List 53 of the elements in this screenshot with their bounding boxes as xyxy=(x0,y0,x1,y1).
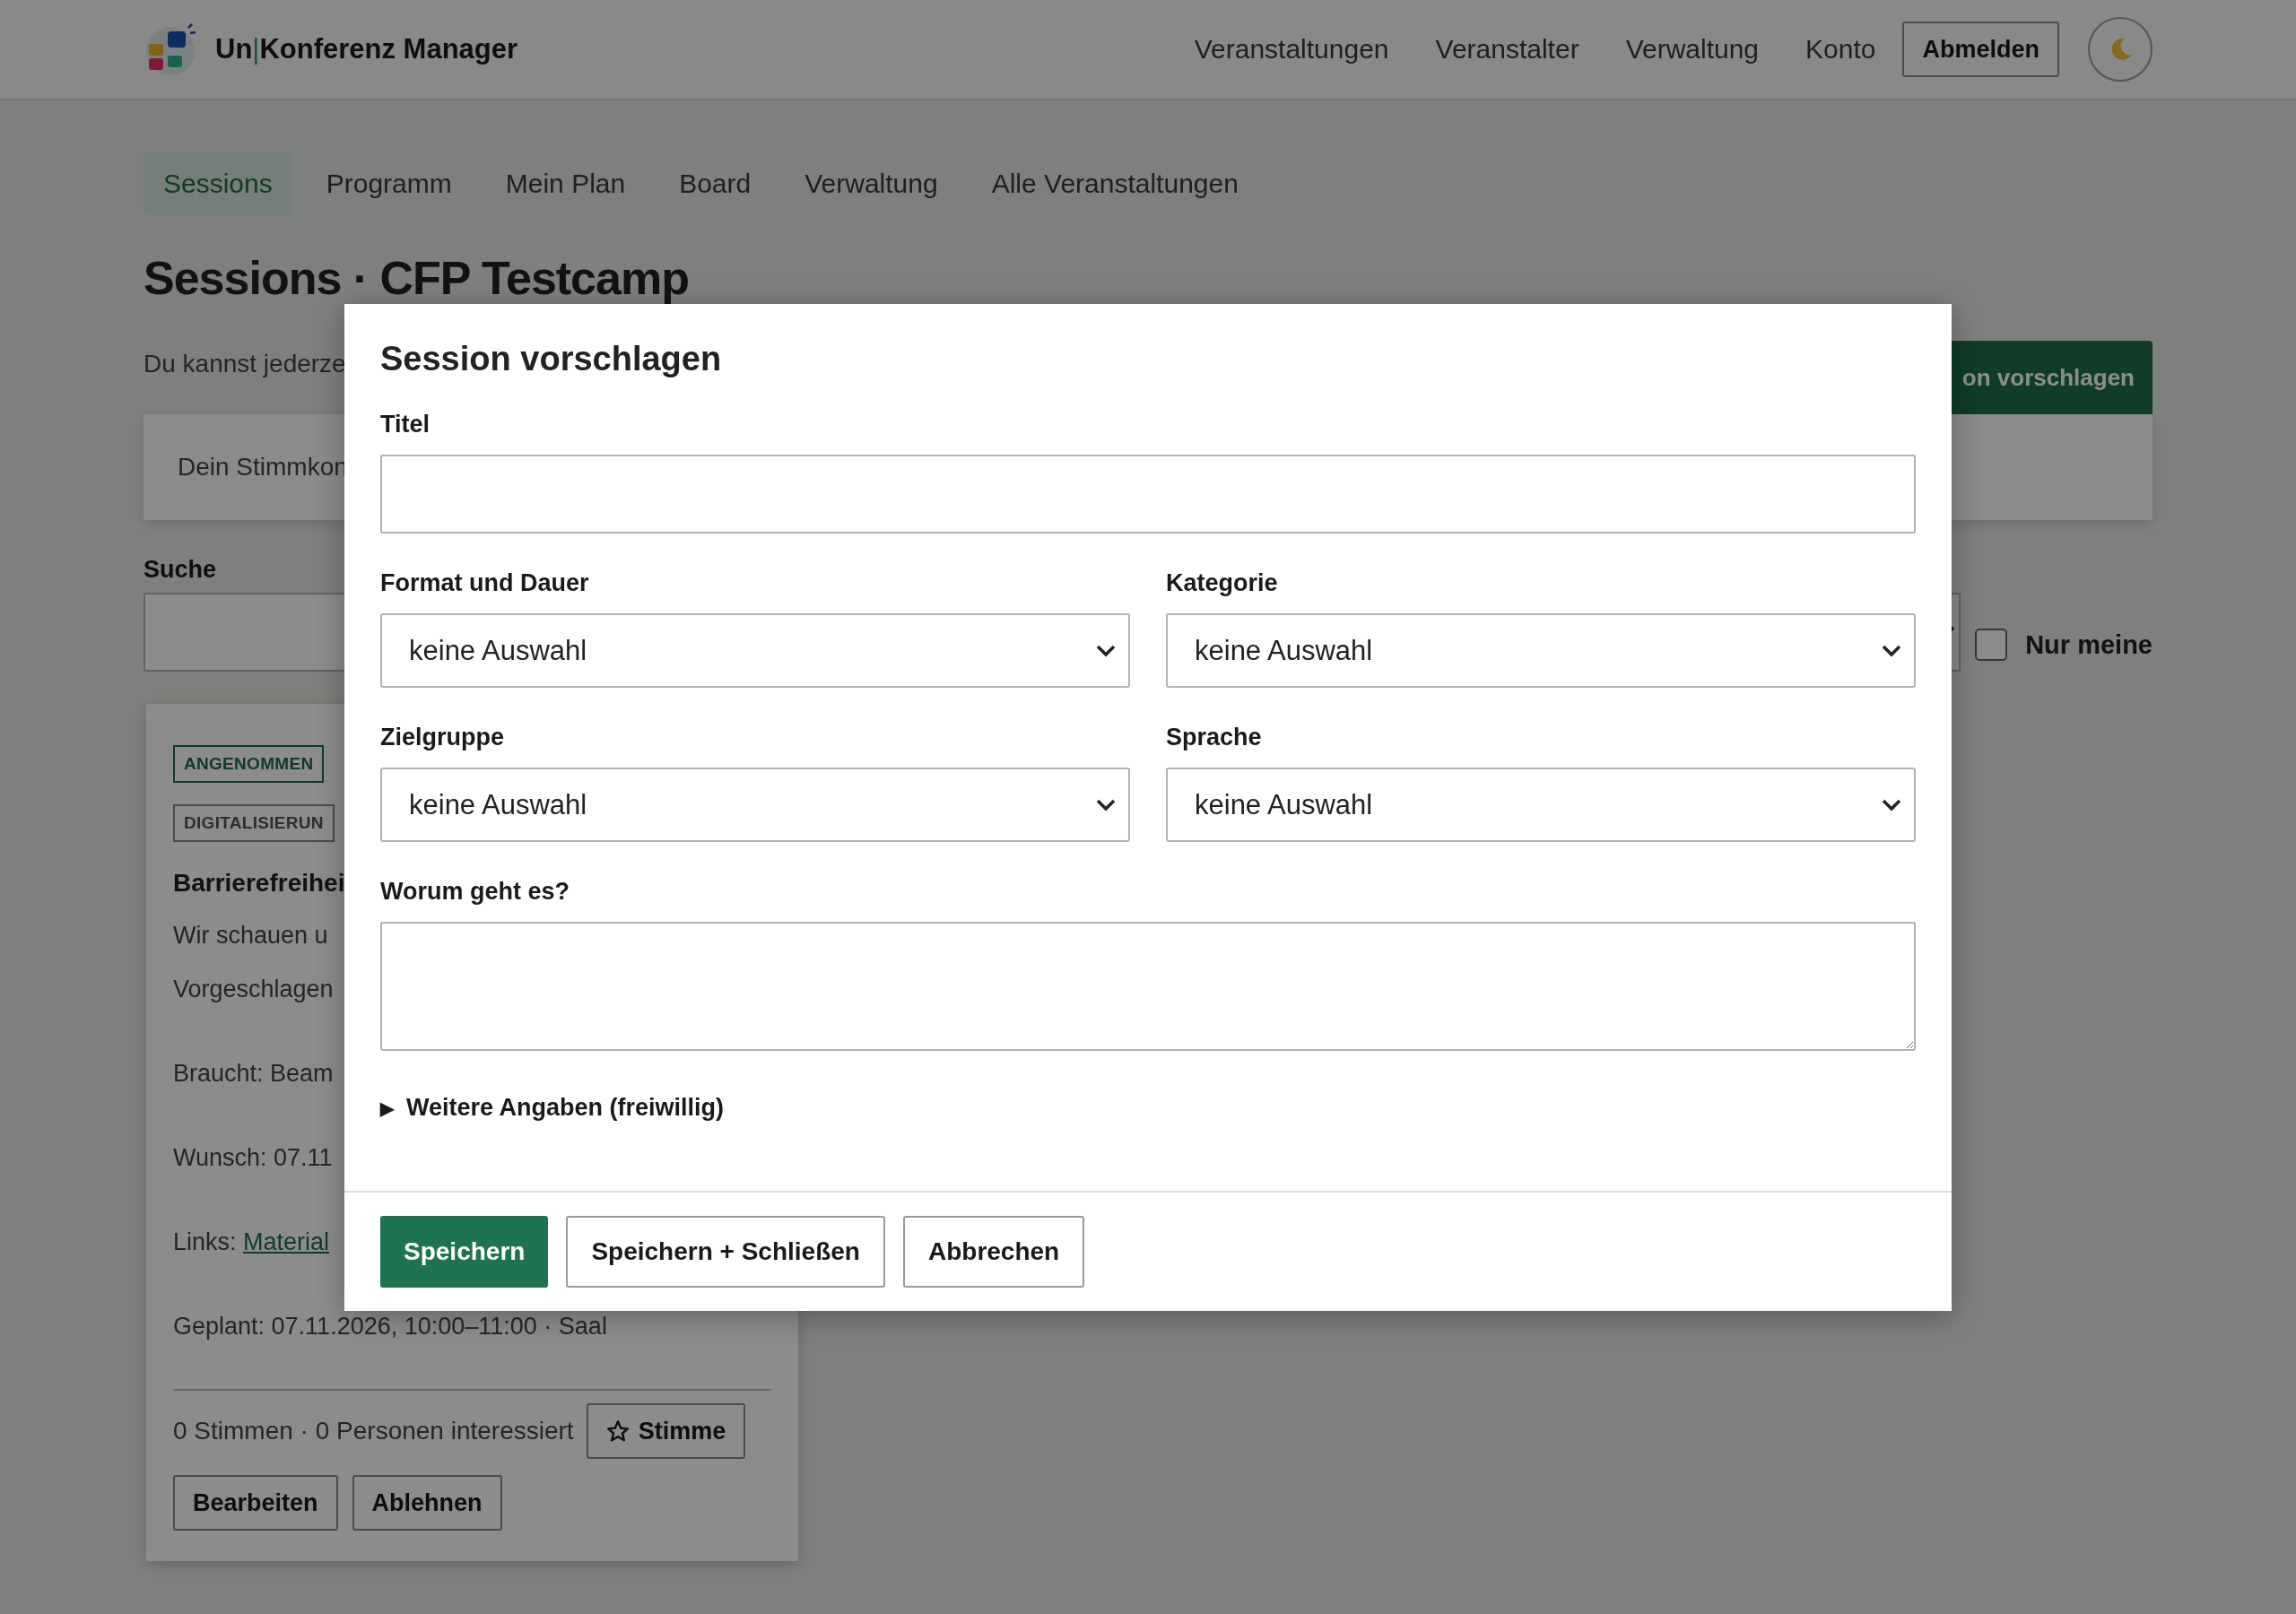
chevron-down-icon xyxy=(1882,644,1901,657)
chevron-down-icon xyxy=(1096,798,1116,811)
card-action-button[interactable]: Bearbeiten xyxy=(173,1475,338,1531)
chevron-down-icon xyxy=(1096,644,1116,657)
title-input[interactable] xyxy=(380,455,1916,534)
app-title: Un|Konferenz Manager xyxy=(215,33,519,65)
checkbox-label: Nur meine xyxy=(2025,629,2152,660)
logo-icon xyxy=(144,22,197,76)
session-detail: Geplant: 07.11.2026, 10:00–11:00 · Saal xyxy=(173,1312,608,1341)
nav-link[interactable]: Veranstalter xyxy=(1435,34,1579,65)
field-label: Zielgruppe xyxy=(380,724,504,751)
nav-link[interactable]: Veranstaltungen xyxy=(1194,34,1389,65)
nav-tab[interactable]: Sessions xyxy=(144,152,292,215)
select-field[interactable]: keine Auswahl xyxy=(1166,613,1916,688)
nav-tab[interactable]: Verwaltung xyxy=(785,152,958,215)
intro-text: Du kannst jederze xyxy=(144,350,346,378)
only-mine-checkbox[interactable] xyxy=(1975,629,2008,661)
field-label: Sprache xyxy=(1166,724,1262,751)
select-field[interactable]: keine Auswahl xyxy=(380,613,1130,688)
dialog-button[interactable]: Abbrechen xyxy=(902,1216,1085,1288)
nav-link[interactable]: Verwaltung xyxy=(1625,34,1760,65)
search-label: Suche xyxy=(144,556,217,584)
chevron-down-icon xyxy=(1882,798,1901,811)
select-field[interactable]: keine Auswahl xyxy=(380,768,1130,842)
star-icon xyxy=(605,1419,630,1443)
vote-stats: 0 Stimmen · 0 Personen interessiert xyxy=(173,1417,574,1445)
nav-tab[interactable]: Board xyxy=(659,152,771,215)
session-tag: DIGITALISIERUN xyxy=(173,804,335,842)
field-label: Format und Dauer xyxy=(380,569,589,597)
nav-tab[interactable]: Programm xyxy=(306,152,472,215)
select-field[interactable]: keine Auswahl xyxy=(1166,768,1916,842)
nav-tab[interactable]: Mein Plan xyxy=(485,152,646,215)
dialog-button[interactable]: Speichern xyxy=(380,1216,549,1288)
session-detail: Wir schauen u xyxy=(173,921,329,950)
session-tag: ANGENOMMEN xyxy=(173,745,325,783)
page-title: Sessions · CFP Testcamp xyxy=(144,251,690,305)
nav-link[interactable]: Konto xyxy=(1805,34,1876,65)
more-details-toggle[interactable]: ▶ Weitere Angaben (freiwillig) xyxy=(380,1094,725,1122)
nav-tab[interactable]: Alle Veranstaltungen xyxy=(971,152,1258,215)
description-textarea[interactable] xyxy=(380,922,1916,1051)
material-link[interactable]: Material xyxy=(243,1228,330,1255)
dialog-button[interactable]: Speichern + Schließen xyxy=(566,1216,885,1288)
modal-title: Session vorschlagen xyxy=(380,340,723,378)
links-label: Links: xyxy=(173,1228,238,1255)
session-title: Barrierefreihei xyxy=(173,869,345,898)
field-label: Worum geht es? xyxy=(380,878,570,906)
vote-button[interactable]: Stimme xyxy=(586,1403,746,1459)
session-detail: Vorgeschlagen xyxy=(173,975,335,1004)
session-detail: Braucht: Beam xyxy=(173,1059,335,1089)
card-action-button[interactable]: Ablehnen xyxy=(352,1475,502,1531)
session-detail: Wunsch: 07.11 xyxy=(173,1143,334,1173)
field-label: Kategorie xyxy=(1166,569,1278,597)
logout-button[interactable]: Abmelden xyxy=(1902,22,2059,77)
